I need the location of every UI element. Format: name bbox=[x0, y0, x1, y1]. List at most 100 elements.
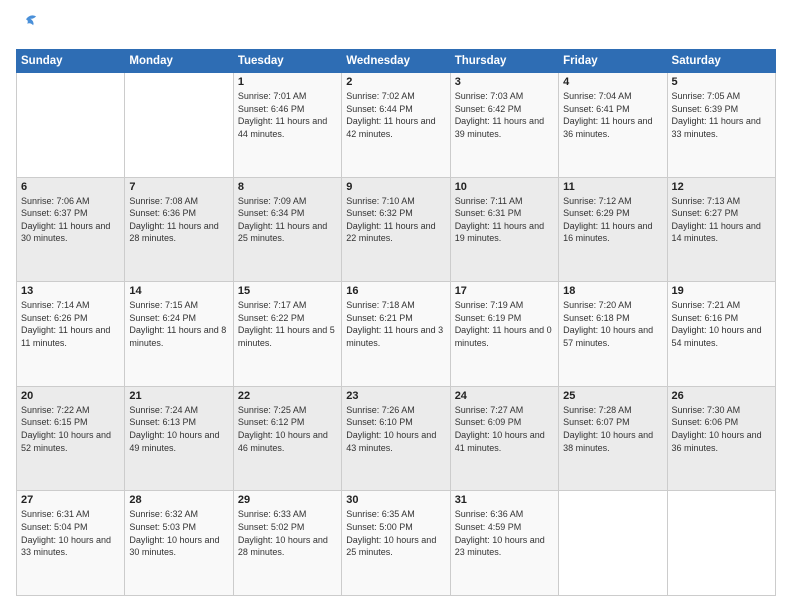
day-number: 18 bbox=[563, 285, 662, 297]
day-number: 24 bbox=[455, 390, 554, 402]
day-number: 25 bbox=[563, 390, 662, 402]
calendar-cell: 3 Sunrise: 7:03 AM Sunset: 6:42 PM Daylig… bbox=[450, 73, 558, 178]
day-info: Sunrise: 7:19 AM Sunset: 6:19 PM Dayligh… bbox=[455, 299, 554, 349]
logo-bird-icon bbox=[20, 12, 42, 39]
day-number: 31 bbox=[455, 494, 554, 506]
day-info: Sunrise: 7:01 AM Sunset: 6:46 PM Dayligh… bbox=[238, 90, 337, 140]
calendar-cell: 29 Sunrise: 6:33 AM Sunset: 5:02 PM Dayli… bbox=[233, 491, 341, 596]
day-info: Sunrise: 7:17 AM Sunset: 6:22 PM Dayligh… bbox=[238, 299, 337, 349]
day-info: Sunrise: 7:14 AM Sunset: 6:26 PM Dayligh… bbox=[21, 299, 120, 349]
day-number: 14 bbox=[129, 285, 228, 297]
calendar-cell bbox=[667, 491, 775, 596]
calendar-cell bbox=[559, 491, 667, 596]
calendar-cell: 16 Sunrise: 7:18 AM Sunset: 6:21 PM Dayli… bbox=[342, 282, 450, 387]
day-number: 16 bbox=[346, 285, 445, 297]
calendar-cell: 15 Sunrise: 7:17 AM Sunset: 6:22 PM Dayli… bbox=[233, 282, 341, 387]
calendar-cell: 1 Sunrise: 7:01 AM Sunset: 6:46 PM Daylig… bbox=[233, 73, 341, 178]
weekday-header-tuesday: Tuesday bbox=[233, 50, 341, 73]
day-info: Sunrise: 6:36 AM Sunset: 4:59 PM Dayligh… bbox=[455, 508, 554, 558]
page: SundayMondayTuesdayWednesdayThursdayFrid… bbox=[0, 0, 792, 612]
weekday-header-monday: Monday bbox=[125, 50, 233, 73]
day-info: Sunrise: 7:20 AM Sunset: 6:18 PM Dayligh… bbox=[563, 299, 662, 349]
calendar-table: SundayMondayTuesdayWednesdayThursdayFrid… bbox=[16, 49, 776, 596]
day-info: Sunrise: 7:28 AM Sunset: 6:07 PM Dayligh… bbox=[563, 404, 662, 454]
calendar-cell: 31 Sunrise: 6:36 AM Sunset: 4:59 PM Dayli… bbox=[450, 491, 558, 596]
day-number: 11 bbox=[563, 181, 662, 193]
day-info: Sunrise: 6:35 AM Sunset: 5:00 PM Dayligh… bbox=[346, 508, 445, 558]
day-number: 22 bbox=[238, 390, 337, 402]
day-info: Sunrise: 7:18 AM Sunset: 6:21 PM Dayligh… bbox=[346, 299, 445, 349]
day-number: 9 bbox=[346, 181, 445, 193]
calendar-cell: 7Sunrise: 7:08 AM Sunset: 6:36 PM Daylig… bbox=[125, 177, 233, 282]
day-info: Sunrise: 7:04 AM Sunset: 6:41 PM Dayligh… bbox=[563, 90, 662, 140]
day-info: Sunrise: 6:31 AM Sunset: 5:04 PM Dayligh… bbox=[21, 508, 120, 558]
day-info: Sunrise: 7:15 AM Sunset: 6:24 PM Dayligh… bbox=[129, 299, 228, 349]
day-info: Sunrise: 7:02 AM Sunset: 6:44 PM Dayligh… bbox=[346, 90, 445, 140]
calendar-cell: 25 Sunrise: 7:28 AM Sunset: 6:07 PM Dayli… bbox=[559, 386, 667, 491]
day-number: 8 bbox=[238, 181, 337, 193]
calendar-cell: 14 Sunrise: 7:15 AM Sunset: 6:24 PM Dayli… bbox=[125, 282, 233, 387]
day-number: 19 bbox=[672, 285, 771, 297]
day-number: 4 bbox=[563, 76, 662, 88]
calendar-cell: 17 Sunrise: 7:19 AM Sunset: 6:19 PM Dayli… bbox=[450, 282, 558, 387]
calendar-cell: 18 Sunrise: 7:20 AM Sunset: 6:18 PM Dayli… bbox=[559, 282, 667, 387]
calendar-cell: 8 Sunrise: 7:09 AM Sunset: 6:34 PM Daylig… bbox=[233, 177, 341, 282]
week-row-2: 6 Sunrise: 7:06 AM Sunset: 6:37 PM Daylig… bbox=[17, 177, 776, 282]
calendar-cell: 10 Sunrise: 7:11 AM Sunset: 6:31 PM Dayli… bbox=[450, 177, 558, 282]
weekday-header-sunday: Sunday bbox=[17, 50, 125, 73]
day-info: Sunrise: 6:33 AM Sunset: 5:02 PM Dayligh… bbox=[238, 508, 337, 558]
day-info: Sunrise: 7:03 AM Sunset: 6:42 PM Dayligh… bbox=[455, 90, 554, 140]
weekday-header-friday: Friday bbox=[559, 50, 667, 73]
calendar-cell: 11 Sunrise: 7:12 AM Sunset: 6:29 PM Dayli… bbox=[559, 177, 667, 282]
day-number: 10 bbox=[455, 181, 554, 193]
day-info: Sunrise: 7:06 AM Sunset: 6:37 PM Dayligh… bbox=[21, 195, 120, 245]
day-number: 29 bbox=[238, 494, 337, 506]
day-number: 21 bbox=[129, 390, 228, 402]
weekday-header-wednesday: Wednesday bbox=[342, 50, 450, 73]
day-number: 23 bbox=[346, 390, 445, 402]
day-info: Sunrise: 7:25 AM Sunset: 6:12 PM Dayligh… bbox=[238, 404, 337, 454]
day-info: Sunrise: 7:24 AM Sunset: 6:13 PM Dayligh… bbox=[129, 404, 228, 454]
day-info: Sunrise: 7:22 AM Sunset: 6:15 PM Dayligh… bbox=[21, 404, 120, 454]
day-number: 17 bbox=[455, 285, 554, 297]
day-info: Sunrise: 7:11 AM Sunset: 6:31 PM Dayligh… bbox=[455, 195, 554, 245]
day-number: 26 bbox=[672, 390, 771, 402]
calendar-cell: 6 Sunrise: 7:06 AM Sunset: 6:37 PM Daylig… bbox=[17, 177, 125, 282]
weekday-header-saturday: Saturday bbox=[667, 50, 775, 73]
week-row-3: 13 Sunrise: 7:14 AM Sunset: 6:26 PM Dayli… bbox=[17, 282, 776, 387]
calendar-cell: 5Sunrise: 7:05 AM Sunset: 6:39 PM Daylig… bbox=[667, 73, 775, 178]
day-info: Sunrise: 7:09 AM Sunset: 6:34 PM Dayligh… bbox=[238, 195, 337, 245]
calendar-cell: 23 Sunrise: 7:26 AM Sunset: 6:10 PM Dayli… bbox=[342, 386, 450, 491]
header bbox=[16, 16, 776, 39]
calendar-cell: 19Sunrise: 7:21 AM Sunset: 6:16 PM Dayli… bbox=[667, 282, 775, 387]
calendar-cell: 21 Sunrise: 7:24 AM Sunset: 6:13 PM Dayli… bbox=[125, 386, 233, 491]
day-number: 15 bbox=[238, 285, 337, 297]
day-info: Sunrise: 7:13 AM Sunset: 6:27 PM Dayligh… bbox=[672, 195, 771, 245]
calendar-cell bbox=[125, 73, 233, 178]
day-number: 12 bbox=[672, 181, 771, 193]
day-number: 1 bbox=[238, 76, 337, 88]
day-number: 6 bbox=[21, 181, 120, 193]
day-info: Sunrise: 7:27 AM Sunset: 6:09 PM Dayligh… bbox=[455, 404, 554, 454]
calendar-cell: 26 Sunrise: 7:30 AM Sunset: 6:06 PM Dayli… bbox=[667, 386, 775, 491]
week-row-5: 27 Sunrise: 6:31 AM Sunset: 5:04 PM Dayli… bbox=[17, 491, 776, 596]
day-info: Sunrise: 7:08 AM Sunset: 6:36 PM Dayligh… bbox=[129, 195, 228, 245]
calendar-cell: 12 Sunrise: 7:13 AM Sunset: 6:27 PM Dayli… bbox=[667, 177, 775, 282]
day-number: 3 bbox=[455, 76, 554, 88]
calendar-cell: 4 Sunrise: 7:04 AM Sunset: 6:41 PM Daylig… bbox=[559, 73, 667, 178]
calendar-cell: 22 Sunrise: 7:25 AM Sunset: 6:12 PM Dayli… bbox=[233, 386, 341, 491]
day-info: Sunrise: 6:32 AM Sunset: 5:03 PM Dayligh… bbox=[129, 508, 228, 558]
day-number: 27 bbox=[21, 494, 120, 506]
calendar-cell: 24 Sunrise: 7:27 AM Sunset: 6:09 PM Dayli… bbox=[450, 386, 558, 491]
calendar-cell: 13 Sunrise: 7:14 AM Sunset: 6:26 PM Dayli… bbox=[17, 282, 125, 387]
day-info: Sunrise: 7:10 AM Sunset: 6:32 PM Dayligh… bbox=[346, 195, 445, 245]
weekday-header-thursday: Thursday bbox=[450, 50, 558, 73]
week-row-1: 1 Sunrise: 7:01 AM Sunset: 6:46 PM Daylig… bbox=[17, 73, 776, 178]
day-number: 2 bbox=[346, 76, 445, 88]
day-info: Sunrise: 7:26 AM Sunset: 6:10 PM Dayligh… bbox=[346, 404, 445, 454]
logo bbox=[16, 16, 42, 39]
calendar-cell: 30Sunrise: 6:35 AM Sunset: 5:00 PM Dayli… bbox=[342, 491, 450, 596]
day-number: 13 bbox=[21, 285, 120, 297]
day-info: Sunrise: 7:30 AM Sunset: 6:06 PM Dayligh… bbox=[672, 404, 771, 454]
day-info: Sunrise: 7:12 AM Sunset: 6:29 PM Dayligh… bbox=[563, 195, 662, 245]
